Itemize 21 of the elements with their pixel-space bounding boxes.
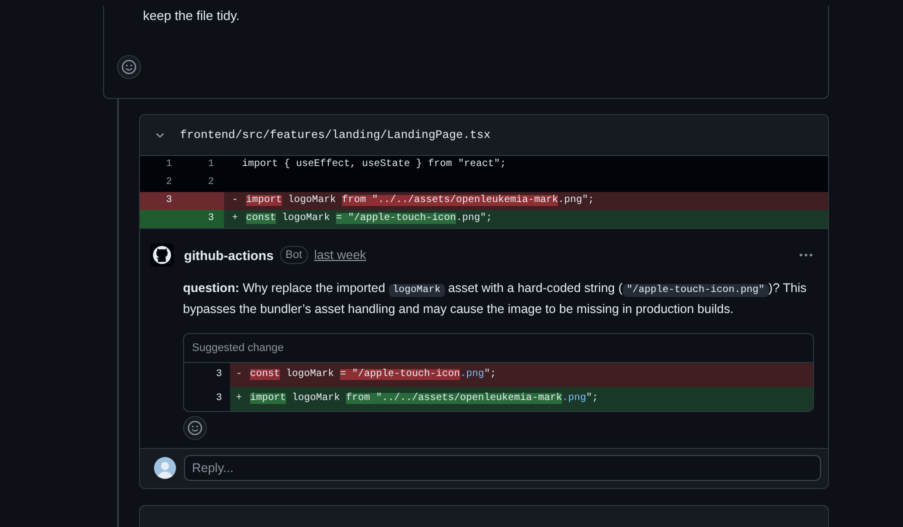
line-number: 3 — [140, 192, 182, 210]
avatar-icon — [154, 457, 176, 479]
comment-text: keep the file tidy. — [143, 7, 241, 25]
line-number: 1 — [182, 156, 224, 174]
octocat-icon — [150, 243, 174, 267]
line-number: 1 — [140, 156, 182, 174]
smiley-icon — [187, 420, 203, 436]
timestamp-link[interactable]: last week — [314, 248, 366, 262]
line-number: 3 — [214, 368, 223, 382]
emoji-button[interactable] — [183, 416, 207, 440]
line-number: 3 — [214, 392, 223, 406]
file-path: frontend/src/features/landing/LandingPage.tsx — [180, 128, 491, 142]
author-name[interactable]: github-actions — [184, 248, 274, 262]
comment-text: question: Why replace the imported logoMark asset with a hard-coded string ( "/apple-touch-icon.png" )? This bypasses the bundler’s asset handling and may cause the image to be missing in production builds. — [183, 280, 808, 318]
line-number: 2 — [140, 174, 182, 192]
bot-label: Bot — [280, 246, 308, 264]
reply-field[interactable]: Reply... — [184, 455, 821, 481]
line-number: 2 — [182, 174, 224, 192]
line-number: 3 — [182, 210, 224, 228]
smiley-icon — [121, 59, 137, 75]
emoji-button[interactable] — [117, 55, 141, 79]
